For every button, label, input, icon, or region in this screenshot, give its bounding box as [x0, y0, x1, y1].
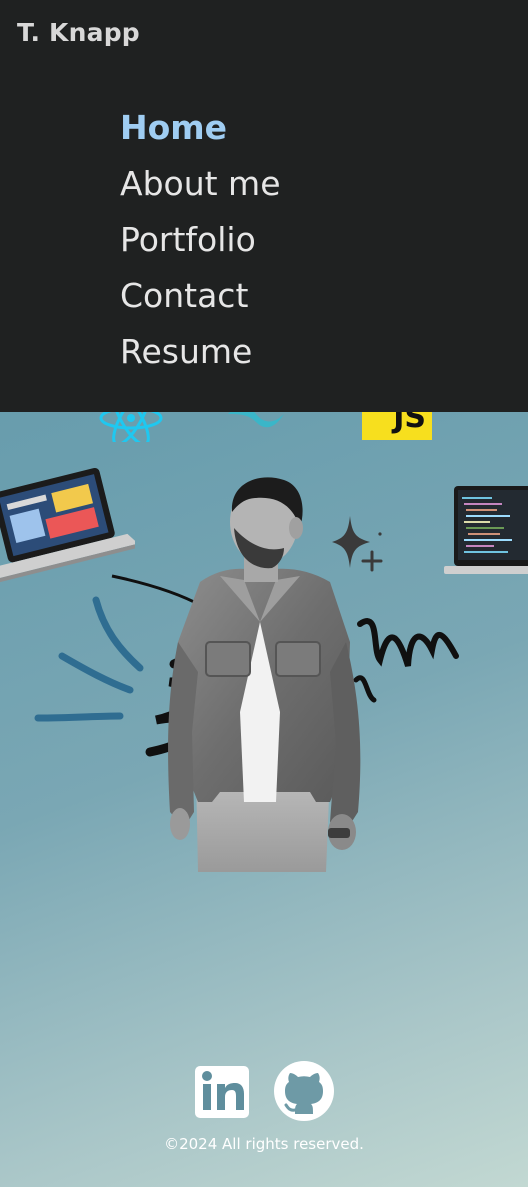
- nav-item-portfolio[interactable]: Portfolio: [120, 220, 256, 259]
- linkedin-link[interactable]: [193, 1062, 251, 1125]
- github-icon: [274, 1061, 334, 1121]
- nav-item-home[interactable]: Home: [120, 108, 227, 147]
- footer: ©2024 All rights reserved.: [0, 1060, 528, 1153]
- laptop-right-icon: [444, 486, 528, 574]
- profile-photo: [168, 477, 361, 872]
- nav-item-about[interactable]: About me: [120, 164, 281, 203]
- nav-list: Home About me Portfolio Contact Resume: [120, 104, 281, 384]
- nav-item-contact[interactable]: Contact: [120, 276, 248, 315]
- linkedin-icon: [195, 1066, 249, 1118]
- github-link[interactable]: [273, 1060, 335, 1127]
- brand-logo[interactable]: T. Knapp: [17, 18, 140, 47]
- copyright-text: ©2024 All rights reserved.: [164, 1135, 364, 1153]
- social-links: [0, 1060, 528, 1127]
- nav-item-resume[interactable]: Resume: [120, 332, 252, 371]
- mobile-nav-menu: T. Knapp Home About me Portfolio Contact…: [0, 0, 528, 412]
